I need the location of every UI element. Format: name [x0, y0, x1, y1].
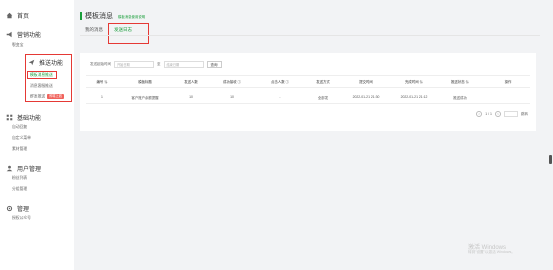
- sidebar-item-template-push[interactable]: 模板消息推送: [30, 73, 53, 78]
- sidebar-item-materials[interactable]: 素材管理: [12, 147, 27, 152]
- coming-soon-badge: 即将上线: [47, 94, 64, 99]
- jump-button[interactable]: 跳转: [521, 112, 528, 117]
- page-title: 模板消息: [85, 13, 113, 20]
- send-icon: [28, 59, 35, 66]
- table-cell: 客户账户余额提醒: [131, 96, 159, 100]
- scrollbar-handle[interactable]: [549, 155, 552, 164]
- table-divider: [86, 87, 530, 88]
- help-link[interactable]: 模板消息使用说明: [118, 14, 145, 19]
- sidebar-item-label: 群发推送: [30, 94, 46, 99]
- col-header: 提交时间: [359, 80, 373, 84]
- sidebar-item-label: 首页: [17, 14, 30, 20]
- sidebar-section-title: 营销功能: [17, 33, 42, 39]
- sidebar-section-marketing[interactable]: 营销功能: [6, 30, 41, 39]
- col-header: 发送人数: [184, 80, 198, 84]
- table-cell: 10: [230, 95, 234, 99]
- sidebar-section-title: 基础功能: [17, 116, 42, 122]
- table-cell: 全部发: [317, 96, 329, 100]
- col-header: 操作: [504, 80, 512, 84]
- search-button[interactable]: 查询: [206, 61, 222, 68]
- prev-page-button[interactable]: <: [476, 111, 483, 117]
- sidebar-section-basic[interactable]: 基础功能: [6, 113, 41, 122]
- col-header[interactable]: 推送状态 ⇅: [451, 79, 469, 84]
- sidebar-item-custom-menu[interactable]: 自定义菜单: [12, 136, 31, 141]
- table-cell: 推送成功: [453, 96, 467, 100]
- sidebar-item-authorized-accounts[interactable]: 授权公众号: [12, 216, 31, 221]
- sidebar-section-title: 管理: [17, 207, 30, 213]
- sidebar-section-users[interactable]: 用户管理: [6, 164, 41, 173]
- table-divider: [86, 75, 530, 76]
- filter-label: 发送起始时间: [90, 62, 111, 66]
- col-header: 成功接收 ⓘ: [223, 80, 241, 84]
- tab-my-messages[interactable]: 我的消息: [85, 27, 103, 33]
- highlight-box: [108, 23, 149, 44]
- table-cell: 2022-01-21 21:30: [352, 95, 380, 99]
- megaphone-icon: [6, 31, 12, 38]
- range-separator: 至: [157, 62, 161, 66]
- grid-icon: [6, 114, 13, 121]
- sidebar-item-home[interactable]: 首页: [6, 11, 29, 20]
- page-jump-input[interactable]: [504, 111, 518, 117]
- table-cell: -: [279, 95, 281, 99]
- tab-divider: [80, 35, 540, 36]
- col-header: 模板标题: [138, 80, 152, 84]
- col-header: 点击人数 ⓘ: [271, 80, 289, 84]
- end-date-input[interactable]: 结束日期: [163, 61, 204, 68]
- sidebar-section-push[interactable]: 推送功能: [28, 58, 63, 67]
- title-accent-bar: [80, 12, 82, 20]
- start-date-input[interactable]: 开始日期: [114, 61, 154, 68]
- sidebar-item-fans[interactable]: 粉丝列表: [12, 176, 27, 181]
- next-page-button[interactable]: >: [495, 111, 501, 117]
- col-header[interactable]: 完成时间 ⇅: [405, 79, 423, 84]
- date-filter: 发送起始时间 开始日期 至 结束日期 查询: [90, 61, 222, 68]
- gear-icon: [6, 205, 13, 212]
- sidebar-item-auto-reply[interactable]: 自动回复: [12, 125, 27, 130]
- sidebar-section-title: 推送功能: [39, 61, 64, 67]
- sidebar-item-mass-push[interactable]: 群发推送 即将上线: [30, 94, 64, 100]
- sidebar-section-title: 用户管理: [17, 167, 42, 173]
- log-card: 发送起始时间 开始日期 至 结束日期 查询 编号 ⇅ 模板标题 发送人数 成功接…: [80, 53, 536, 131]
- table-divider: [86, 103, 530, 104]
- home-icon: [6, 12, 13, 19]
- sidebar: 首页 营销功能 裂变宝 推送功能 模板消息推送 消息客服推送 群发推送 即将上线 …: [0, 0, 74, 270]
- user-icon: [6, 165, 13, 172]
- sidebar-item-service-push[interactable]: 消息客服推送: [30, 84, 53, 89]
- col-header[interactable]: 编号 ⇅: [96, 79, 107, 84]
- activation-watermark-subtitle: 转到"设置"以激活 Windows。: [468, 250, 515, 254]
- sidebar-item-fission[interactable]: 裂变宝: [12, 43, 23, 48]
- page-info: 1 / 1: [485, 112, 492, 116]
- pagination: < 1 / 1 > 跳转: [476, 111, 528, 117]
- table-cell: 1: [101, 95, 103, 99]
- table-cell: 10: [189, 95, 193, 99]
- sidebar-item-groups[interactable]: 分组管理: [12, 187, 27, 192]
- col-header: 发送方式: [316, 80, 330, 84]
- sidebar-section-manage[interactable]: 管理: [6, 204, 29, 213]
- table-cell: 2022-01-21 21:12: [400, 95, 428, 99]
